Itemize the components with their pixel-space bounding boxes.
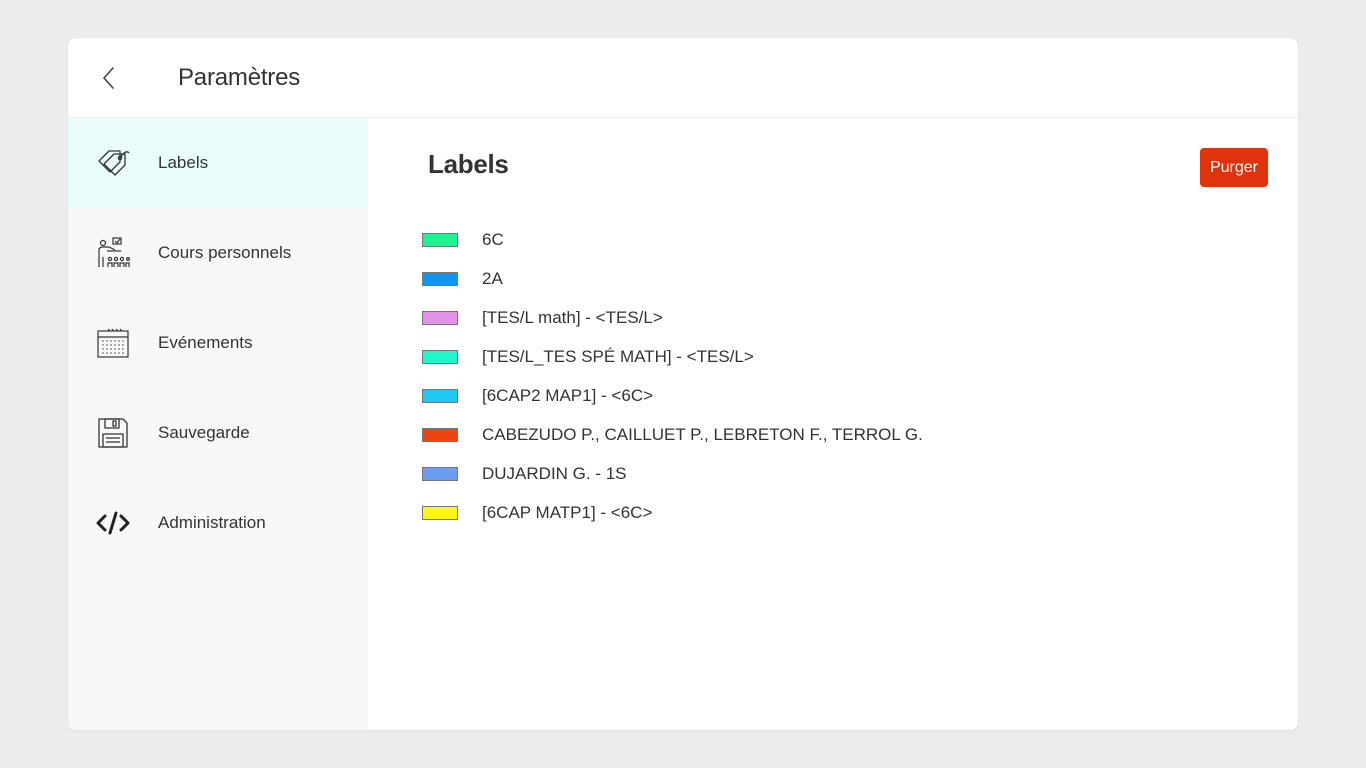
color-swatch xyxy=(422,232,458,247)
color-swatch xyxy=(422,349,458,364)
label-list: 6C 2A [TES/L math] - <TES/L> [TES/L_TES … xyxy=(422,220,923,532)
label-name: CABEZUDO P., CAILLUET P., LEBRETON F., T… xyxy=(482,424,923,444)
code-icon xyxy=(96,507,130,539)
label-name: [TES/L_TES SPÉ MATH] - <TES/L> xyxy=(482,346,754,366)
sidebar-item-label: Sauvegarde xyxy=(158,423,250,442)
list-item[interactable]: [6CAP2 MAP1] - <6C> xyxy=(422,376,923,415)
chevron-left-icon xyxy=(103,67,114,89)
list-item[interactable]: 6C xyxy=(422,220,923,259)
settings-panel: Paramètres Labels Cours personnels Evéne… xyxy=(68,38,1298,730)
color-swatch xyxy=(422,427,458,442)
tags-icon xyxy=(96,147,130,179)
page-title: Paramètres xyxy=(178,64,301,91)
label-name: 6C xyxy=(482,229,504,249)
purge-button[interactable]: Purger xyxy=(1199,148,1268,187)
sidebar-item-label: Evénements xyxy=(158,333,253,352)
list-item[interactable]: [6CAP MATP1] - <6C> xyxy=(422,493,923,532)
sidebar-item-sauvegarde[interactable]: Sauvegarde xyxy=(68,388,368,478)
list-item[interactable]: 2A xyxy=(422,259,923,298)
label-name: 2A xyxy=(482,268,503,288)
label-name: [6CAP MATP1] - <6C> xyxy=(482,502,653,522)
list-item[interactable]: [TES/L_TES SPÉ MATH] - <TES/L> xyxy=(422,337,923,376)
back-button[interactable] xyxy=(92,60,126,96)
sidebar: Labels Cours personnels Evénements Sauve… xyxy=(68,118,368,730)
floppy-disk-icon xyxy=(96,417,130,449)
label-name: [6CAP2 MAP1] - <6C> xyxy=(482,385,654,405)
main-content: Labels Purger 6C 2A [TES/L math] - <TES/… xyxy=(368,118,1298,730)
sidebar-item-administration[interactable]: Administration xyxy=(68,478,368,568)
color-swatch xyxy=(422,505,458,520)
sidebar-item-labels[interactable]: Labels xyxy=(68,118,368,208)
teacher-icon xyxy=(96,237,130,269)
header: Paramètres xyxy=(68,38,1298,118)
section-title: Labels xyxy=(428,149,509,179)
sidebar-item-evenements[interactable]: Evénements xyxy=(68,298,368,388)
list-item[interactable]: DUJARDIN G. - 1S xyxy=(422,454,923,493)
sidebar-item-label: Labels xyxy=(158,153,209,172)
calendar-icon xyxy=(96,327,130,359)
color-swatch xyxy=(422,388,458,403)
color-swatch xyxy=(422,310,458,325)
label-name: [TES/L math] - <TES/L> xyxy=(482,307,663,327)
sidebar-item-label: Cours personnels xyxy=(158,243,292,262)
sidebar-item-label: Administration xyxy=(158,513,266,532)
label-name: DUJARDIN G. - 1S xyxy=(482,463,627,483)
list-item[interactable]: CABEZUDO P., CAILLUET P., LEBRETON F., T… xyxy=(422,415,923,454)
color-swatch xyxy=(422,271,458,286)
color-swatch xyxy=(422,466,458,481)
list-item[interactable]: [TES/L math] - <TES/L> xyxy=(422,298,923,337)
sidebar-item-cours-personnels[interactable]: Cours personnels xyxy=(68,208,368,298)
